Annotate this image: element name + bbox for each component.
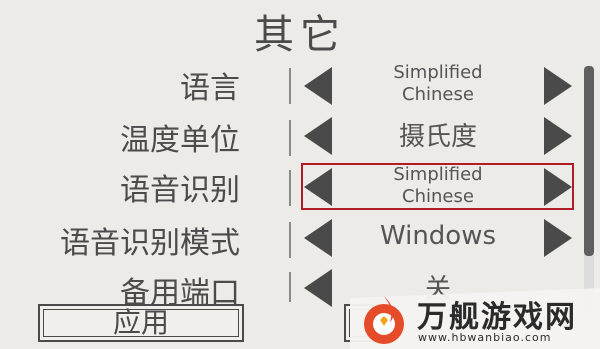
arrow-right-icon[interactable] xyxy=(544,117,572,155)
value-line2: Chinese xyxy=(402,84,474,105)
arrow-right-icon[interactable] xyxy=(544,168,572,206)
value-line1: Simplified xyxy=(393,62,483,83)
scrollbar-thumb[interactable] xyxy=(584,66,594,256)
setting-label-temperature-unit: 温度单位 xyxy=(120,123,240,158)
setting-value-speech-recognition-mode: Windows xyxy=(379,221,497,251)
setting-label-speech-recognition: 语音识别 xyxy=(120,173,240,208)
setting-label-language: 语言 xyxy=(180,71,240,106)
arrow-left-icon[interactable] xyxy=(304,269,332,307)
watermark-site-url: www.hbwanbiao.com xyxy=(418,331,552,344)
value-line1: Simplified xyxy=(393,164,483,185)
separator xyxy=(289,222,291,258)
apply-button[interactable]: 应用 xyxy=(38,304,244,342)
separator xyxy=(289,120,291,156)
setting-value-temperature-unit: 摄氏度 xyxy=(398,122,477,152)
separator xyxy=(289,272,291,302)
separator xyxy=(289,68,291,104)
arrow-right-icon[interactable] xyxy=(544,219,572,257)
setting-value-language: Simplified Chinese xyxy=(338,62,538,106)
arrow-left-icon[interactable] xyxy=(304,168,332,206)
arrow-left-icon[interactable] xyxy=(304,67,332,105)
apply-button-inner-border xyxy=(43,309,239,337)
value-line2: Chinese xyxy=(402,186,474,207)
arrow-left-icon[interactable] xyxy=(304,117,332,155)
setting-value-speech-recognition: Simplified Chinese xyxy=(338,164,538,208)
page-title: 其它 xyxy=(254,12,346,58)
separator xyxy=(289,170,291,206)
setting-label-speech-recognition-mode: 语音识别模式 xyxy=(60,226,240,261)
arrow-right-icon[interactable] xyxy=(544,67,572,105)
watermark-site-name: 万舰游戏网 xyxy=(417,300,577,335)
arrow-left-icon[interactable] xyxy=(304,219,332,257)
